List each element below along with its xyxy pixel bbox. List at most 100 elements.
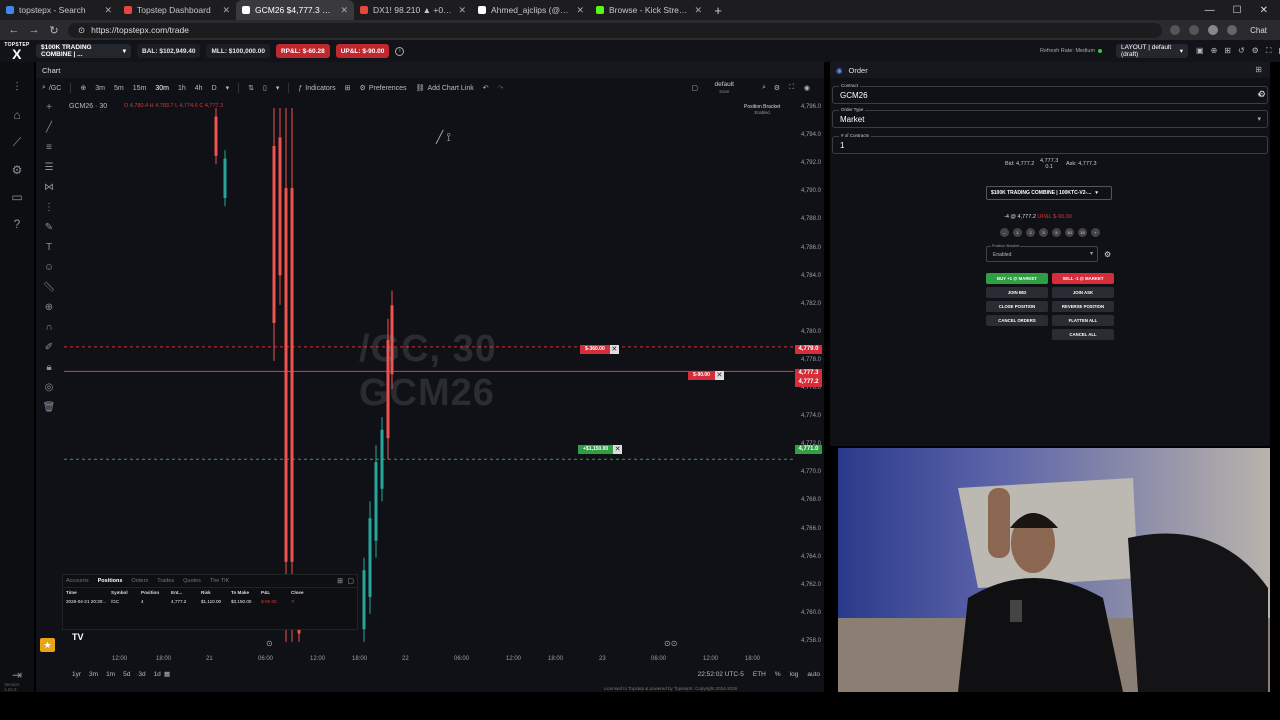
qty-preset-15[interactable]: 15 (1078, 228, 1087, 237)
sell-market-button[interactable]: SELL -1 @ MARKET (1052, 273, 1114, 284)
tv-icon[interactable]: ▭ (11, 190, 22, 204)
maximize-icon[interactable]: ☐ (1233, 5, 1242, 16)
trade-icon[interactable]: ⫶ (15, 80, 18, 95)
menu-icon[interactable] (1227, 25, 1238, 35)
indicators-button[interactable]: ƒ Indicators (298, 85, 335, 92)
tab-positions[interactable]: Positions (98, 578, 123, 584)
time-axis[interactable]: 12:00 18:00 21 06:00 12:00 18:00 22 06:00 12:00 1… (64, 654, 794, 666)
compare-icon[interactable]: ⇅ (248, 84, 254, 92)
close-icon[interactable]: ✕ (609, 345, 619, 354)
timeframe-5m[interactable]: 5m (114, 85, 124, 92)
info-icon[interactable]: i (395, 46, 405, 56)
candle-type-icon[interactable]: ▯ (263, 84, 267, 92)
ask-price[interactable]: Ask: 4,777.3 (1066, 161, 1097, 167)
browser-tab[interactable]: Ahmed_ajclips (@ahmed.ajclips1) ✕ (472, 0, 590, 20)
contracts-input[interactable]: # of Contracts 1 (832, 133, 1268, 154)
close-tab-icon[interactable]: ✕ (694, 5, 702, 16)
gear-icon[interactable]: ⚙ (1104, 250, 1111, 259)
templates-icon[interactable]: ⊞ (345, 84, 351, 92)
chat-button[interactable]: Chat (1245, 25, 1272, 36)
add-symbol-icon[interactable]: ⊕ (80, 84, 86, 92)
site-info-icon[interactable]: ⊙ (78, 25, 85, 36)
close-tab-icon[interactable]: ✕ (458, 5, 466, 16)
take-profit-order-tag[interactable]: +$1,150.00 ✕ (578, 445, 623, 454)
extension-icon[interactable] (1170, 25, 1181, 35)
star-icon[interactable]: ★ (40, 638, 55, 652)
close-icon[interactable]: ✕ (714, 371, 724, 380)
table-row[interactable]: 2026-04-21 20:30:.. /GC 4 4,777.2 $1,110.00 $… (63, 597, 357, 607)
chart-clock[interactable]: 22:52:02 UTC-5 (698, 671, 744, 678)
undo-icon[interactable]: ↺ (1238, 46, 1245, 56)
close-tab-icon[interactable]: ✕ (576, 5, 584, 16)
profile-avatar[interactable] (1208, 25, 1219, 35)
crosshair-icon[interactable]: + (46, 102, 52, 113)
add-icon[interactable]: ⊞ (337, 577, 343, 585)
qty-preset-10[interactable]: 10 (1065, 228, 1074, 237)
goto-realtime-icon[interactable]: ⊙⊙ (664, 639, 677, 648)
bid-price[interactable]: Bid: 4,777.2 (1005, 161, 1034, 167)
reload-icon[interactable]: ↻ (48, 24, 60, 37)
contract-select[interactable]: Contract GCM26 ▾ (832, 83, 1268, 104)
position-bracket-select[interactable]: Position Bracket Enabled ▾ (986, 244, 1098, 262)
close-tab-icon[interactable]: ✕ (222, 5, 230, 16)
timeframe-d[interactable]: D (212, 85, 217, 92)
timeframe-4h[interactable]: 4h (195, 85, 203, 92)
calendar-icon[interactable]: ▦ (164, 670, 170, 678)
fib-icon[interactable]: ☰ (45, 162, 54, 173)
ruler-icon[interactable]: 📏︎ (43, 282, 56, 293)
qty-preset-2[interactable]: 2 (1026, 228, 1035, 237)
refresh-rate[interactable]: Refresh Rate: Medium (1040, 48, 1103, 54)
magnet-icon[interactable]: ∩ (45, 322, 52, 333)
reverse-position-button[interactable]: REVERSE POSITION (1052, 301, 1114, 312)
trendline-tool-overlay[interactable]: ╱ ⟟ (436, 130, 451, 145)
pattern-icon[interactable]: ⋈ (44, 182, 54, 193)
brush-icon[interactable]: ✎ (45, 222, 53, 233)
browser-tab[interactable]: DX1! 98.210 ▲ +0.03% Unnamed ✕ (354, 0, 472, 20)
decrement-icon[interactable]: – (1000, 228, 1009, 237)
timeframe-3m[interactable]: 3m (95, 85, 105, 92)
gear-icon[interactable]: ⚙ (1258, 89, 1266, 100)
zoom-icon[interactable]: ⊕ (45, 302, 53, 313)
qty-preset-1[interactable]: 1 (1013, 228, 1022, 237)
new-tab-icon[interactable]: + (708, 3, 728, 18)
pencil-lock-icon[interactable]: ✐ (45, 342, 53, 353)
close-position-button[interactable]: CLOSE POSITION (986, 301, 1048, 312)
increment-icon[interactable]: + (1091, 228, 1100, 237)
join-ask-button[interactable]: JOIN ASK (1052, 287, 1114, 298)
cancel-all-button[interactable]: CANCEL ALL (1052, 329, 1114, 340)
fullscreen-icon[interactable]: ⛶ (1266, 46, 1272, 56)
help-icon[interactable]: ? (14, 217, 21, 231)
cancel-orders-button[interactable]: CANCEL ORDERS (986, 315, 1048, 326)
tab-quotes[interactable]: Quotes (183, 578, 201, 584)
browser-tab[interactable]: Browse - Kick Streaming ✕ (590, 0, 708, 20)
close-position-icon[interactable]: ✕ (291, 599, 321, 605)
tab-accounts[interactable]: Accounts (66, 578, 89, 584)
layout-selector[interactable]: LAYOUT | default (draft) ▾ (1116, 44, 1188, 58)
symbol-search[interactable]: ⌕/GC (42, 84, 61, 92)
range-button-3d[interactable]: 3d (138, 671, 145, 678)
tab-orders[interactable]: Orders (131, 578, 148, 584)
minimize-icon[interactable]: — (1205, 5, 1215, 16)
settings-icon[interactable]: ⚙ (12, 163, 23, 177)
session-toggle[interactable]: ETH (753, 671, 766, 678)
add-chart-link-button[interactable]: ⛓ Add Chart Link (416, 84, 474, 93)
browser-tab[interactable]: topstepx - Search ✕ (0, 0, 118, 20)
layout-grid-icon[interactable]: ⊞ (1224, 46, 1231, 56)
position-order-tag[interactable]: $-90.00 ✕ (688, 371, 724, 380)
save-icon[interactable]: ▣ (1196, 46, 1204, 56)
timeframe-1h[interactable]: 1h (178, 85, 186, 92)
buy-market-button[interactable]: BUY +1 @ MARKET (986, 273, 1048, 284)
flatten-all-button[interactable]: FLATTEN ALL (1052, 315, 1114, 326)
popout-icon[interactable]: ⊞ (1255, 65, 1262, 74)
trendline-icon[interactable]: ╱ (46, 122, 52, 133)
camera-icon[interactable]: ◉ (804, 84, 810, 92)
order-type-select[interactable]: Order Type Market ▾ (832, 107, 1268, 128)
screen-icon[interactable]: ▢ (691, 84, 698, 92)
redo-icon[interactable]: ↷ (498, 84, 504, 92)
close-icon[interactable]: ✕ (1260, 5, 1268, 16)
address-bar[interactable]: ⊙ https://topstepx.com/trade (68, 22, 1163, 38)
close-icon[interactable]: ✕ (613, 445, 623, 454)
tradingview-logo[interactable]: TV (72, 632, 84, 642)
position-bracket-status[interactable]: Position Bracket Enabled (744, 104, 780, 116)
range-button-1yr[interactable]: 1yr (72, 671, 81, 678)
